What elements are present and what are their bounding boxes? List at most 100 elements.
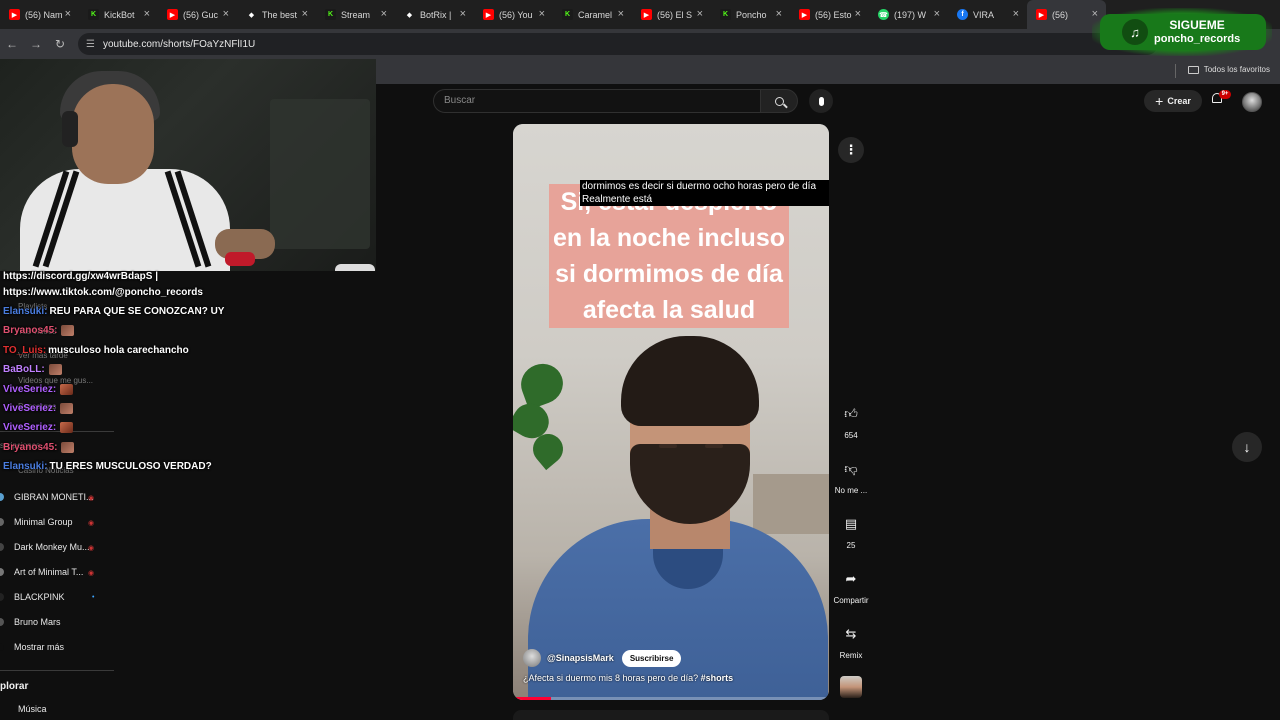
share-label: Compartir xyxy=(833,596,869,605)
channel-avatar xyxy=(0,618,4,626)
channel-name[interactable]: @SinapsisMark xyxy=(547,653,614,663)
back-arrow-icon[interactable]: ← xyxy=(0,37,24,51)
close-tab-icon[interactable]: × xyxy=(776,8,782,20)
close-tab-icon[interactable]: × xyxy=(618,8,624,20)
like-action[interactable]: 👍︎ 654 xyxy=(832,400,870,440)
chat-username: TO_Luis: xyxy=(3,345,47,356)
sidebar-subscription-item[interactable]: Bruno Mars xyxy=(0,617,110,627)
youtube-icon: ▶ xyxy=(641,9,652,20)
sidebar-item-music[interactable]: Música xyxy=(18,704,47,714)
close-tab-icon[interactable]: × xyxy=(223,8,229,20)
create-button[interactable]: + Crear xyxy=(1144,90,1202,112)
search-button[interactable] xyxy=(760,89,798,113)
short-video-player[interactable]: Si, estar despierto en la noche incluso … xyxy=(513,124,829,700)
channel-avatar[interactable] xyxy=(523,649,541,667)
sidebar-item-label: Minimal Group xyxy=(14,517,73,527)
browser-tab[interactable]: K Poncho × xyxy=(711,0,790,29)
close-tab-icon[interactable]: × xyxy=(855,8,861,20)
voice-search-button[interactable] xyxy=(809,89,833,113)
browser-address-bar: ← → ↻ ☰ youtube.com/shorts/FOaYzNFlI1U xyxy=(0,29,1280,59)
tab-title: (56) Esto xyxy=(815,9,852,20)
chat-text: https://discord.gg/xw4wrBdapS | xyxy=(3,271,159,282)
search-input[interactable]: Buscar xyxy=(433,89,760,113)
short-progress-bar[interactable] xyxy=(513,697,829,700)
subscribe-button[interactable]: Suscribirse xyxy=(621,649,682,667)
webcam-lamp xyxy=(335,264,375,271)
browser-tab[interactable]: ◆ The best × xyxy=(237,0,316,29)
browser-tab[interactable]: K KickBot × xyxy=(79,0,158,29)
sidebar-item-label: Art of Minimal T... xyxy=(14,567,84,577)
next-short-arrow-icon[interactable]: ↓ xyxy=(1232,432,1262,462)
sidebar-subscription-item[interactable]: Minimal Group ◉ xyxy=(0,517,110,527)
browser-tab[interactable]: ▶ (56) Guc × xyxy=(158,0,237,29)
browser-tab[interactable]: ▶ (56) Nam × xyxy=(0,0,79,29)
close-tab-icon[interactable]: × xyxy=(1013,8,1019,20)
tab-title: KickBot xyxy=(104,9,135,20)
like-count: 654 xyxy=(844,431,858,440)
site-info-icon[interactable]: ☰ xyxy=(86,39,95,50)
sidebar-item-label: Dark Monkey Mu... xyxy=(14,542,90,552)
diamond-icon: ◆ xyxy=(248,11,255,19)
dislike-action[interactable]: 👎︎ No me ... xyxy=(832,455,870,495)
browser-tab[interactable]: ☎ (197) W × xyxy=(869,0,948,29)
thumbs-down-icon[interactable]: 👎︎ xyxy=(837,455,865,483)
close-tab-icon[interactable]: × xyxy=(65,8,71,20)
close-tab-icon[interactable]: × xyxy=(539,8,545,20)
notification-count-badge: 9+ xyxy=(1219,90,1231,99)
browser-tab[interactable]: f VIRA × xyxy=(948,0,1027,29)
sidebar-subscription-item[interactable]: GIBRAN MONETI... ◉ xyxy=(0,492,110,502)
short-title-text: ¿Afecta si duermo mis 8 horas pero de dí… xyxy=(523,673,699,683)
channel-avatar xyxy=(0,543,4,551)
close-tab-icon[interactable]: × xyxy=(697,8,703,20)
tiktok-logo-icon: ♫ xyxy=(1122,19,1148,45)
live-indicator-icon: ◉ xyxy=(88,570,95,577)
chat-text: https://www.tiktok.com/@poncho_records xyxy=(3,287,203,298)
remix-icon[interactable]: ⇆ xyxy=(837,620,865,648)
browser-tab[interactable]: ▶ (56) El S × xyxy=(632,0,711,29)
comment-icon[interactable]: ▤ xyxy=(837,510,865,538)
share-arrow-icon[interactable]: ➦ xyxy=(837,565,865,593)
kick-icon: K xyxy=(325,9,336,20)
close-tab-icon[interactable]: × xyxy=(460,8,466,20)
short-hashtag[interactable]: #shorts xyxy=(701,673,734,683)
short-progress-fill xyxy=(513,697,551,700)
tab-title: Caramel xyxy=(578,9,613,20)
comments-action[interactable]: ▤ 25 xyxy=(832,510,870,550)
browser-tab[interactable]: K Caramel × xyxy=(553,0,632,29)
sidebar-subscription-item[interactable]: Mostrar más xyxy=(0,642,110,652)
close-tab-icon[interactable]: × xyxy=(381,8,387,20)
account-avatar[interactable] xyxy=(1242,92,1262,112)
sidebar-subscription-item[interactable]: Art of Minimal T... ◉ xyxy=(0,567,110,577)
browser-tab[interactable]: ◆ BotRix | × xyxy=(395,0,474,29)
sidebar-item-label: Mostrar más xyxy=(14,642,65,652)
youtube-icon: ▶ xyxy=(167,9,178,20)
close-tab-icon[interactable]: × xyxy=(144,8,150,20)
forward-arrow-icon[interactable]: → xyxy=(24,37,48,51)
chat-emote-icon xyxy=(60,384,74,395)
sidebar-subscription-item[interactable]: Dark Monkey Mu... ◉ xyxy=(0,542,110,552)
browser-tab[interactable]: ▶ (56) You × xyxy=(474,0,553,29)
browser-tab[interactable]: ▶ (56) Esto × xyxy=(790,0,869,29)
short-title[interactable]: ¿Afecta si duermo mis 8 horas pero de dí… xyxy=(523,673,733,683)
browser-tab[interactable]: K Stream × xyxy=(316,0,395,29)
sound-thumbnail[interactable] xyxy=(840,676,862,698)
sidebar-subscription-item[interactable]: BLACKPINK • xyxy=(0,592,110,602)
chat-message: ViveSeriez: xyxy=(3,422,74,433)
close-tab-icon[interactable]: × xyxy=(934,8,940,20)
url-field[interactable]: ☰ youtube.com/shorts/FOaYzNFlI1U xyxy=(78,33,1158,55)
youtube-icon: ▶ xyxy=(799,9,810,20)
tab-title: (56) Guc xyxy=(183,9,219,20)
share-action[interactable]: ➦ Compartir xyxy=(832,565,870,605)
more-options-icon[interactable]: ⋮ xyxy=(838,137,864,163)
chat-username: BaBoLL: xyxy=(3,364,45,375)
tiktok-text: SIGUEME poncho_records xyxy=(1154,18,1240,46)
chat-emote-icon xyxy=(61,442,75,453)
remix-action[interactable]: ⇆ Remix xyxy=(832,620,870,660)
reload-icon[interactable]: ↻ xyxy=(48,37,72,51)
search-placeholder: Buscar xyxy=(444,95,476,106)
chat-message: https://discord.gg/xw4wrBdapS | xyxy=(3,271,158,282)
all-bookmarks-folder[interactable]: Todos los favoritos xyxy=(1187,65,1270,74)
tab-title: (56) xyxy=(1052,9,1069,20)
thumbs-up-icon[interactable]: 👍︎ xyxy=(837,400,865,428)
close-tab-icon[interactable]: × xyxy=(302,8,308,20)
